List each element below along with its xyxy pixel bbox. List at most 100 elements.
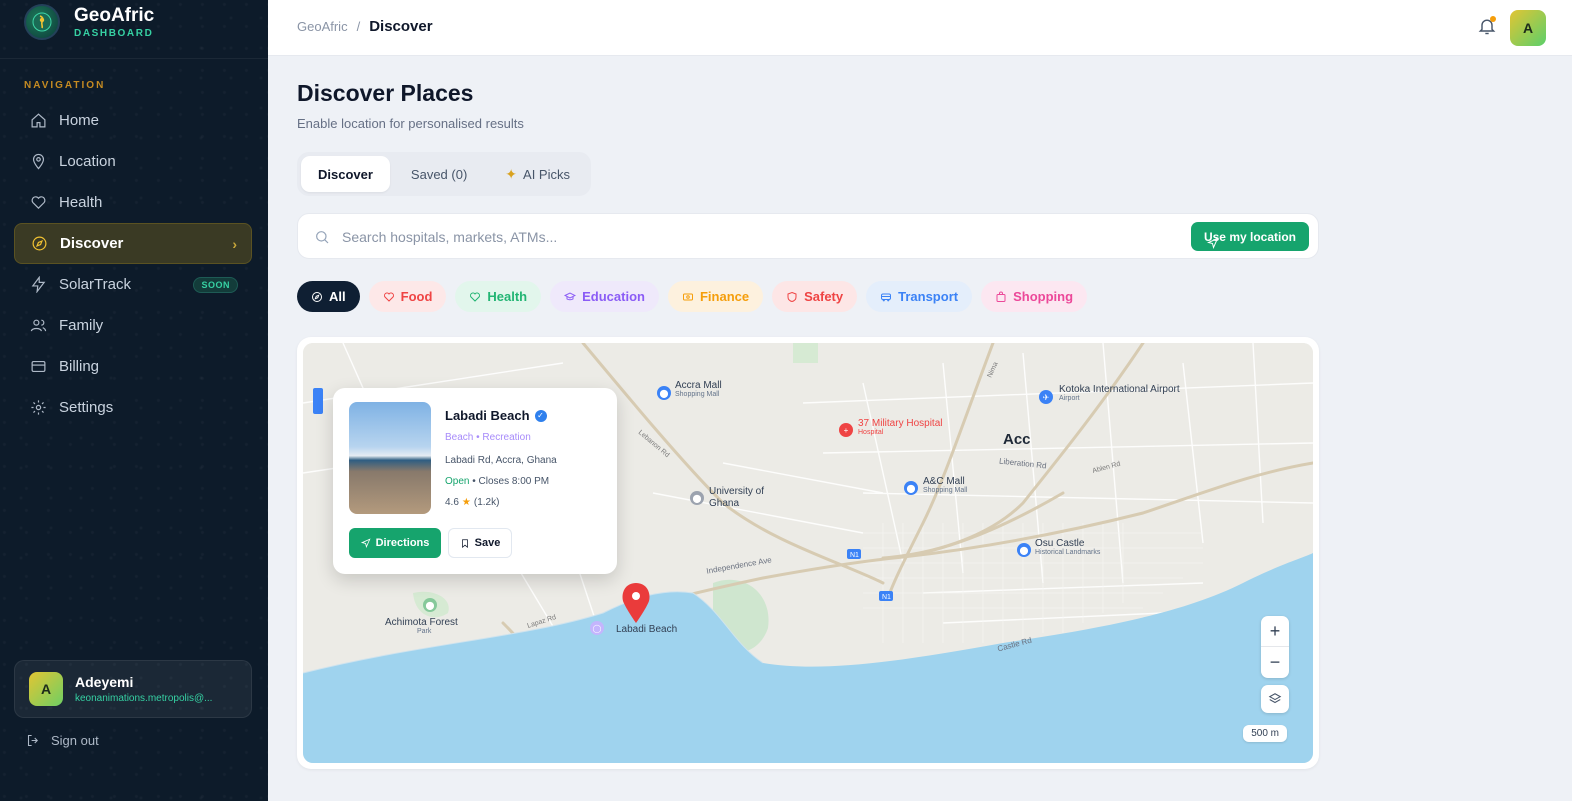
place-name: Labadi Beach ✓ bbox=[445, 408, 547, 423]
place-name-text: Labadi Beach bbox=[445, 408, 530, 423]
star-icon: ★ bbox=[461, 497, 471, 508]
user-email: keonanimations.metropolis@... bbox=[75, 693, 213, 704]
university-poi-icon[interactable]: ⬤ bbox=[690, 491, 704, 505]
place-card[interactable]: Labadi Beach ✓ Beach • Recreation Labadi… bbox=[333, 388, 617, 574]
tab-discover[interactable]: Discover bbox=[301, 156, 390, 192]
brand-title: GeoAfric bbox=[74, 4, 155, 26]
zoom-out-button[interactable]: − bbox=[1261, 647, 1289, 678]
logout-icon bbox=[27, 734, 39, 747]
place-hours: Open • Closes 8:00 PM bbox=[445, 476, 549, 487]
tab-saved[interactable]: Saved (0) bbox=[394, 156, 484, 192]
notifications-button[interactable] bbox=[1477, 16, 1497, 36]
filter-chip-finance[interactable]: Finance bbox=[667, 281, 764, 312]
tab-label: AI Picks bbox=[523, 166, 570, 182]
banknote-icon bbox=[682, 293, 693, 300]
chip-label: Safety bbox=[804, 289, 844, 304]
use-my-location-button[interactable]: Use my location bbox=[1190, 222, 1309, 251]
directions-button[interactable]: Directions bbox=[349, 528, 441, 558]
heart-icon bbox=[383, 292, 394, 302]
park-poi-icon[interactable]: ⬤ bbox=[423, 598, 437, 612]
filter-chip-transport[interactable]: Transport bbox=[866, 281, 973, 312]
navigation-arrow-icon bbox=[1206, 237, 1219, 249]
closing-time: • Closes 8:00 PM bbox=[472, 476, 550, 487]
verified-check-icon: ✓ bbox=[534, 409, 547, 422]
chip-label: Finance bbox=[699, 289, 750, 304]
profile-avatar[interactable]: A bbox=[1510, 10, 1546, 46]
credit-card-icon bbox=[31, 360, 46, 373]
users-icon bbox=[30, 319, 47, 332]
chip-label: Health bbox=[487, 289, 528, 304]
map-label-military-hospital: 37 Military Hospital Hospital bbox=[858, 418, 943, 436]
sidebar-item-label: Location bbox=[59, 153, 116, 170]
page-title: Discover Places bbox=[297, 80, 474, 106]
zoom-in-button[interactable]: + bbox=[1261, 616, 1289, 647]
map-container: Lebanon Rd Ablen Rd Lapaz Rd Nima N1 N1 … bbox=[297, 337, 1319, 769]
heart-icon bbox=[31, 196, 46, 210]
sidebar-item-solartrack[interactable]: SolarTrack SOON bbox=[14, 264, 252, 305]
sidebar-item-location[interactable]: Location bbox=[14, 141, 252, 182]
zoom-controls: + − bbox=[1261, 616, 1289, 678]
home-icon bbox=[31, 113, 46, 128]
graduation-cap-icon bbox=[564, 291, 577, 300]
landmark-poi-icon[interactable]: ⬤ bbox=[1017, 543, 1031, 557]
save-place-button[interactable]: Save bbox=[448, 528, 512, 558]
map-label-labadi-beach: Labadi Beach bbox=[616, 624, 678, 635]
filter-chip-safety[interactable]: Safety bbox=[772, 281, 858, 312]
search-input[interactable] bbox=[342, 226, 1122, 248]
bus-icon bbox=[881, 293, 892, 301]
filter-chip-food[interactable]: Food bbox=[368, 281, 447, 312]
airport-poi-icon[interactable]: ✈ bbox=[1039, 390, 1053, 404]
filter-chip-education[interactable]: Education bbox=[550, 281, 659, 312]
education-poi-icon[interactable]: ◯ bbox=[590, 621, 604, 635]
place-rating: 4.6 ★ (1.2k) bbox=[445, 497, 499, 508]
navigation-arrow-icon bbox=[360, 538, 371, 548]
breadcrumb-current: Discover bbox=[369, 18, 433, 35]
map-layers-button[interactable] bbox=[1261, 685, 1289, 713]
place-category: Beach • Recreation bbox=[445, 432, 531, 443]
breadcrumb-root[interactable]: GeoAfric bbox=[297, 19, 348, 34]
map-label-osu-castle: Osu Castle Historical Landmarks bbox=[1035, 538, 1101, 556]
user-card[interactable]: A Adeyemi keonanimations.metropolis@... bbox=[14, 660, 252, 718]
tab-ai-picks[interactable]: ✦ AI Picks bbox=[488, 156, 587, 192]
sidebar-item-family[interactable]: Family bbox=[14, 305, 252, 346]
sidebar-item-label: Health bbox=[59, 194, 103, 211]
review-count: (1.2k) bbox=[473, 497, 500, 508]
map-label-ac-mall: A&C Mall Shopping Mall bbox=[923, 476, 968, 494]
tabs: Discover Saved (0) ✦ AI Picks bbox=[297, 152, 591, 196]
button-label: Save bbox=[474, 537, 501, 549]
sidebar-item-billing[interactable]: Billing bbox=[14, 346, 252, 387]
sidebar-item-home[interactable]: Home bbox=[14, 100, 252, 141]
breadcrumb-separator: / bbox=[356, 19, 361, 34]
shopping-poi-icon[interactable]: ⬤ bbox=[904, 481, 918, 495]
sparkle-icon: ✦ bbox=[505, 165, 518, 182]
sidebar-item-discover[interactable]: Discover › bbox=[14, 223, 252, 264]
signout-button[interactable]: Sign out bbox=[26, 733, 99, 748]
filter-chip-all[interactable]: All bbox=[297, 281, 360, 312]
filter-chip-shopping[interactable]: Shopping bbox=[981, 281, 1088, 312]
tab-label: Saved (0) bbox=[410, 166, 468, 182]
hospital-poi-icon[interactable]: + bbox=[839, 423, 853, 437]
avatar: A bbox=[29, 672, 63, 706]
sidebar-item-label: Discover bbox=[60, 235, 124, 252]
sidebar-nav: Home Location Health Discover › SolarTra… bbox=[14, 100, 252, 428]
chip-label: All bbox=[329, 289, 346, 304]
highway-shield-n1: N1 bbox=[850, 552, 859, 559]
highway-shield-n1: N1 bbox=[882, 594, 891, 601]
filter-chip-health[interactable]: Health bbox=[455, 281, 542, 312]
search-icon bbox=[316, 231, 329, 244]
sidebar-item-settings[interactable]: Settings bbox=[14, 387, 252, 428]
globe-logo-icon bbox=[24, 4, 60, 40]
open-status: Open bbox=[445, 476, 470, 487]
shopping-poi-icon[interactable]: ⬤ bbox=[657, 386, 671, 400]
sidebar-item-health[interactable]: Health bbox=[14, 182, 252, 223]
layers-icon bbox=[1268, 693, 1282, 704]
map[interactable]: Lebanon Rd Ablen Rd Lapaz Rd Nima N1 N1 … bbox=[303, 343, 1313, 763]
category-filters: All Food Health Education Finance Safety… bbox=[297, 281, 1088, 312]
signout-label: Sign out bbox=[51, 733, 99, 748]
map-pin-icon bbox=[32, 153, 45, 170]
place-photo bbox=[349, 402, 431, 514]
search-bar: Use my location bbox=[297, 213, 1319, 259]
brand-subtitle: DASHBOARD bbox=[74, 27, 154, 39]
brand[interactable]: GeoAfric DASHBOARD bbox=[24, 4, 154, 40]
user-name: Adeyemi bbox=[75, 674, 134, 690]
